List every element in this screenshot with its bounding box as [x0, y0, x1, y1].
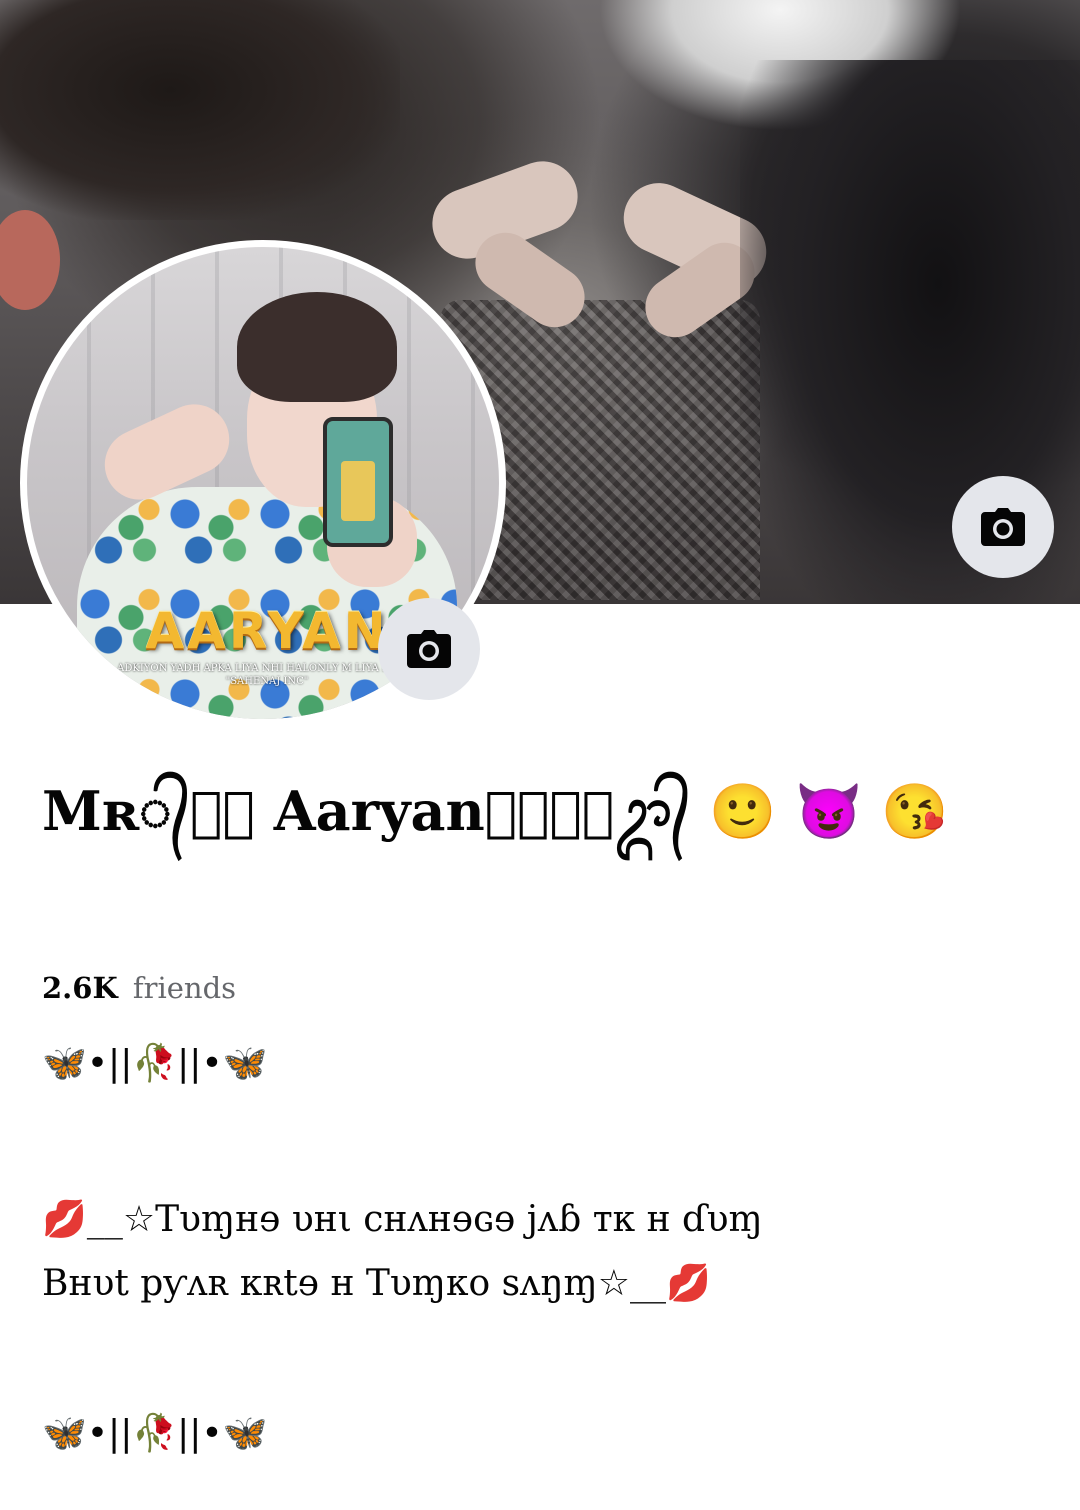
edit-profile-picture-button[interactable]	[378, 598, 480, 700]
bio-decoration-top: 🦋•||🥀||•🦋	[42, 1043, 268, 1084]
friends-count[interactable]: 2.6K friends	[42, 968, 236, 1008]
avatar-phone	[323, 417, 393, 547]
friends-count-label: friends	[132, 971, 237, 1005]
cover-photo-hair	[0, 0, 400, 220]
bio-text-line-2: Bнυt pƴʌʀ κʀtɘ н Tυɱκo sʌŋɱ☆__💋	[42, 1263, 711, 1304]
camera-icon	[407, 630, 451, 668]
edit-cover-photo-button[interactable]	[952, 476, 1054, 578]
avatar-hair	[237, 292, 397, 402]
profile-name: Mʀ᭄꙰⃟ Aaryan꙰⃟‿⃝ᬊ᭄ 🙂 😈 😘	[42, 779, 949, 843]
camera-icon	[981, 508, 1025, 546]
bio-decoration-bottom: 🦋•||🥀||•🦋	[42, 1413, 268, 1454]
friends-count-value: 2.6K	[42, 971, 118, 1005]
bio-text-line-1: 💋__☆Tυɱнɘ υнι cнʌнɘɢɘ jʌɓ ᴛκ н ɗυɱ	[42, 1199, 763, 1240]
